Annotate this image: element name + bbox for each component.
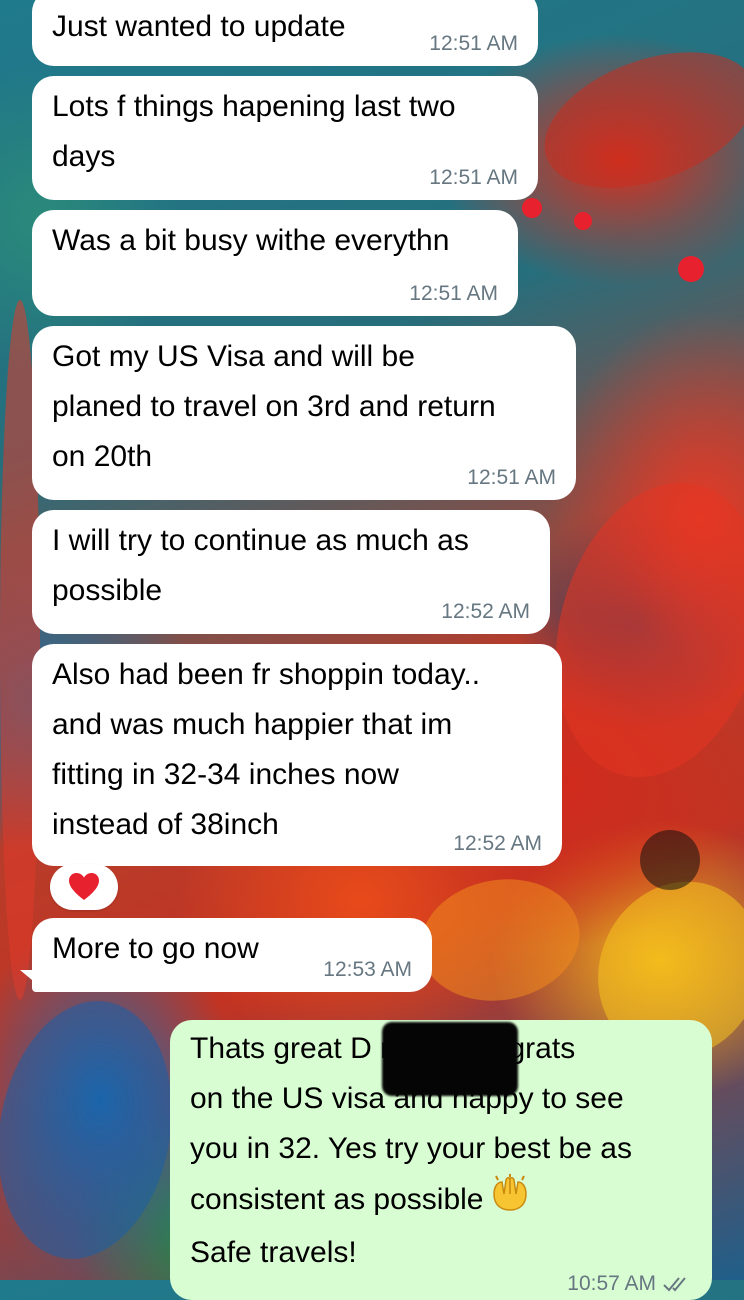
- paint-drop: [574, 212, 592, 230]
- raising-hands-emoji: [490, 1174, 530, 1228]
- message-text-line: Also had been fr shoppin today..: [52, 658, 481, 691]
- message-text: Was a bit busy withe everythn: [52, 224, 450, 257]
- message-text-segment: consistent as possible: [190, 1182, 484, 1216]
- message-timestamp: 12:52 AM: [441, 600, 530, 623]
- message-bubble-incoming[interactable]: I will try to continue as much as possib…: [32, 510, 550, 634]
- message-text-line: Got my US Visa and will be: [52, 340, 415, 373]
- double-check-icon: [663, 1277, 686, 1292]
- message-text-line: Lots f things hapening last two: [52, 90, 456, 123]
- wallpaper-streak: [410, 867, 590, 1013]
- message-timestamp: 12:51 AM: [409, 282, 498, 305]
- message-text-line: I will try to continue as much as: [52, 524, 469, 557]
- message-timestamp: 12:53 AM: [323, 958, 412, 981]
- wallpaper-streak: [526, 25, 744, 215]
- message-text-line: fitting in 32-34 inches now: [52, 758, 399, 791]
- wallpaper-streak: [0, 987, 192, 1273]
- paint-drop: [522, 198, 542, 218]
- message-text-line: and was much happier that im: [52, 708, 453, 741]
- message-bubble-incoming[interactable]: Got my US Visa and will be planed to tra…: [32, 326, 576, 500]
- message-timestamp: 12:52 AM: [453, 832, 542, 855]
- redaction-block: [382, 1022, 518, 1096]
- message-text-line: Safe travels!: [190, 1236, 357, 1269]
- message-timestamp: 12:51 AM: [429, 166, 518, 189]
- message-text-line: planed to travel on 3rd and return: [52, 390, 496, 423]
- message-text-line: you in 32. Yes try your best be as: [190, 1132, 632, 1165]
- message-bubble-incoming[interactable]: More to go now 12:53 AM: [32, 918, 432, 992]
- message-timestamp: 10:57 AM: [567, 1272, 656, 1295]
- paint-drop: [678, 256, 704, 282]
- message-bubble-incoming[interactable]: Lots f things hapening last two days 12:…: [32, 76, 538, 200]
- message-bubble-incoming[interactable]: Just wanted to update 12:51 AM: [32, 0, 538, 66]
- message-timestamp: 12:51 AM: [429, 32, 518, 55]
- message-bubble-incoming[interactable]: Also had been fr shoppin today.. and was…: [32, 644, 562, 866]
- wallpaper-streak: [640, 830, 700, 890]
- message-reaction[interactable]: [50, 864, 118, 910]
- red-heart-icon: [69, 873, 99, 900]
- message-timestamp: 12:51 AM: [467, 466, 556, 489]
- message-text-line: consistent as possible: [190, 1174, 692, 1228]
- message-bubble-incoming[interactable]: Was a bit busy withe everythn 12:51 AM: [32, 210, 518, 316]
